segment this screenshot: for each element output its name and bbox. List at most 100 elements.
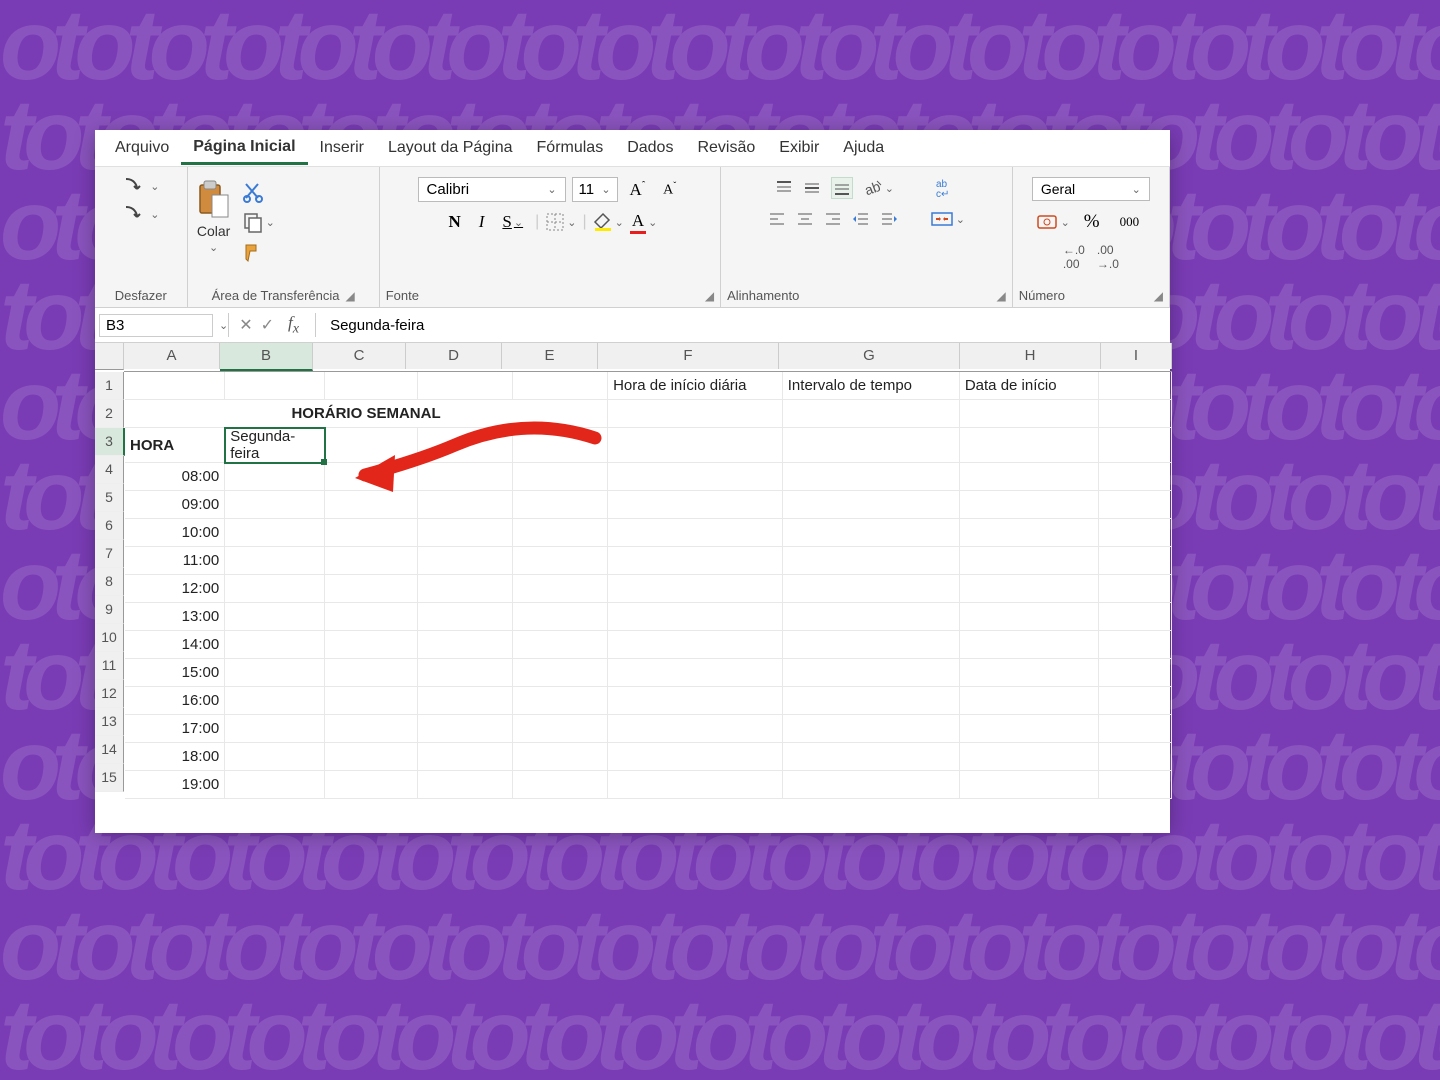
cell[interactable] bbox=[782, 687, 959, 715]
cell[interactable] bbox=[417, 428, 512, 463]
fill-color-button[interactable]: ⌄ bbox=[593, 212, 624, 232]
col-header-G[interactable]: G bbox=[779, 343, 960, 369]
cell[interactable] bbox=[417, 771, 512, 799]
row-header-9[interactable]: 9 bbox=[95, 596, 124, 624]
row-header-13[interactable]: 13 bbox=[95, 708, 124, 736]
cell[interactable] bbox=[325, 743, 418, 771]
fx-icon[interactable]: fx bbox=[288, 313, 299, 337]
clipboard-dialog-launcher[interactable]: ◢ bbox=[346, 289, 355, 303]
row-header-1[interactable]: 1 bbox=[95, 372, 124, 400]
decrease-font-icon[interactable]: Aˇ bbox=[657, 178, 682, 201]
cell-H1[interactable]: Data de início bbox=[959, 372, 1098, 400]
cell-A7[interactable]: 11:00 bbox=[125, 547, 225, 575]
cell[interactable] bbox=[512, 743, 607, 771]
cell[interactable] bbox=[225, 603, 325, 631]
col-header-H[interactable]: H bbox=[960, 343, 1101, 369]
cell[interactable] bbox=[512, 603, 607, 631]
paste-dropdown[interactable]: ⌄ bbox=[209, 241, 218, 254]
paste-icon[interactable] bbox=[194, 177, 234, 221]
decrease-decimal-icon[interactable]: .00→.0 bbox=[1097, 243, 1119, 271]
cell[interactable] bbox=[225, 659, 325, 687]
cell-A11[interactable]: 15:00 bbox=[125, 659, 225, 687]
col-header-A[interactable]: A bbox=[124, 343, 220, 369]
cell[interactable] bbox=[782, 771, 959, 799]
number-dialog-launcher[interactable]: ◢ bbox=[1154, 289, 1163, 303]
row-header-4[interactable]: 4 bbox=[95, 456, 124, 484]
cell[interactable] bbox=[512, 715, 607, 743]
cell[interactable] bbox=[325, 463, 418, 491]
menu-item-página-inicial[interactable]: Página Inicial bbox=[181, 132, 307, 165]
cell[interactable] bbox=[608, 687, 783, 715]
cell-B3[interactable]: Segunda-feira bbox=[225, 428, 325, 463]
cell[interactable] bbox=[225, 519, 325, 547]
cell-A5[interactable]: 09:00 bbox=[125, 491, 225, 519]
cell[interactable] bbox=[959, 400, 1098, 428]
col-header-F[interactable]: F bbox=[598, 343, 779, 369]
cell[interactable] bbox=[608, 603, 783, 631]
cell[interactable] bbox=[1098, 659, 1171, 687]
cell-A3[interactable]: HORA bbox=[125, 428, 225, 463]
cell[interactable] bbox=[325, 631, 418, 659]
cell[interactable] bbox=[782, 400, 959, 428]
thousands-button[interactable]: 000 bbox=[1114, 212, 1146, 232]
cell[interactable] bbox=[417, 519, 512, 547]
cell[interactable] bbox=[782, 659, 959, 687]
cell[interactable] bbox=[512, 428, 607, 463]
cell[interactable] bbox=[417, 603, 512, 631]
increase-indent-icon[interactable] bbox=[880, 210, 898, 228]
menu-item-revisão[interactable]: Revisão bbox=[685, 133, 767, 163]
cell[interactable] bbox=[325, 575, 418, 603]
col-header-I[interactable]: I bbox=[1101, 343, 1172, 369]
cell[interactable] bbox=[512, 463, 607, 491]
cell-F1[interactable]: Hora de início diária bbox=[608, 372, 783, 400]
cell[interactable] bbox=[512, 519, 607, 547]
cell[interactable] bbox=[959, 603, 1098, 631]
cell[interactable] bbox=[417, 547, 512, 575]
cell[interactable] bbox=[325, 519, 418, 547]
cell[interactable] bbox=[1098, 631, 1171, 659]
cell[interactable] bbox=[782, 603, 959, 631]
bold-button[interactable]: N bbox=[442, 210, 466, 234]
menu-item-dados[interactable]: Dados bbox=[615, 133, 685, 163]
cell[interactable] bbox=[512, 631, 607, 659]
cell[interactable] bbox=[959, 575, 1098, 603]
cell[interactable] bbox=[512, 687, 607, 715]
cell[interactable] bbox=[608, 428, 783, 463]
cell-A15[interactable]: 19:00 bbox=[125, 771, 225, 799]
cell[interactable] bbox=[325, 547, 418, 575]
cell[interactable] bbox=[608, 659, 783, 687]
cell[interactable] bbox=[959, 715, 1098, 743]
row-header-14[interactable]: 14 bbox=[95, 736, 124, 764]
cell[interactable] bbox=[417, 631, 512, 659]
menu-item-fórmulas[interactable]: Fórmulas bbox=[525, 133, 616, 163]
font-size-select[interactable]: 11 ⌄ bbox=[572, 177, 618, 202]
menu-item-layout-da-página[interactable]: Layout da Página bbox=[376, 133, 525, 163]
wrap-text-button[interactable]: abc↵ bbox=[934, 177, 958, 199]
cell-A14[interactable]: 18:00 bbox=[125, 743, 225, 771]
cell[interactable] bbox=[959, 519, 1098, 547]
font-dialog-launcher[interactable]: ◢ bbox=[705, 289, 714, 303]
weekly-title[interactable]: HORÁRIO SEMANAL bbox=[125, 400, 608, 428]
cancel-formula-icon[interactable]: ✕ bbox=[239, 315, 252, 335]
borders-button[interactable]: ⌄ bbox=[545, 212, 576, 232]
row-header-11[interactable]: 11 bbox=[95, 652, 124, 680]
cell[interactable] bbox=[225, 687, 325, 715]
font-name-select[interactable]: Calibri ⌄ bbox=[418, 177, 566, 202]
col-header-D[interactable]: D bbox=[406, 343, 502, 369]
cell[interactable] bbox=[608, 491, 783, 519]
cell[interactable] bbox=[417, 491, 512, 519]
increase-font-icon[interactable]: Aˆ bbox=[624, 178, 652, 202]
cell[interactable] bbox=[1098, 603, 1171, 631]
cell[interactable] bbox=[608, 519, 783, 547]
cell[interactable] bbox=[782, 463, 959, 491]
align-right-icon[interactable] bbox=[824, 210, 842, 228]
col-header-E[interactable]: E bbox=[502, 343, 598, 369]
cell[interactable] bbox=[417, 463, 512, 491]
cell[interactable] bbox=[1098, 428, 1171, 463]
row-header-7[interactable]: 7 bbox=[95, 540, 124, 568]
cell[interactable] bbox=[1098, 715, 1171, 743]
cell[interactable] bbox=[417, 575, 512, 603]
cell[interactable] bbox=[959, 771, 1098, 799]
cell[interactable] bbox=[225, 491, 325, 519]
accept-formula-icon[interactable]: ✓ bbox=[261, 315, 274, 335]
